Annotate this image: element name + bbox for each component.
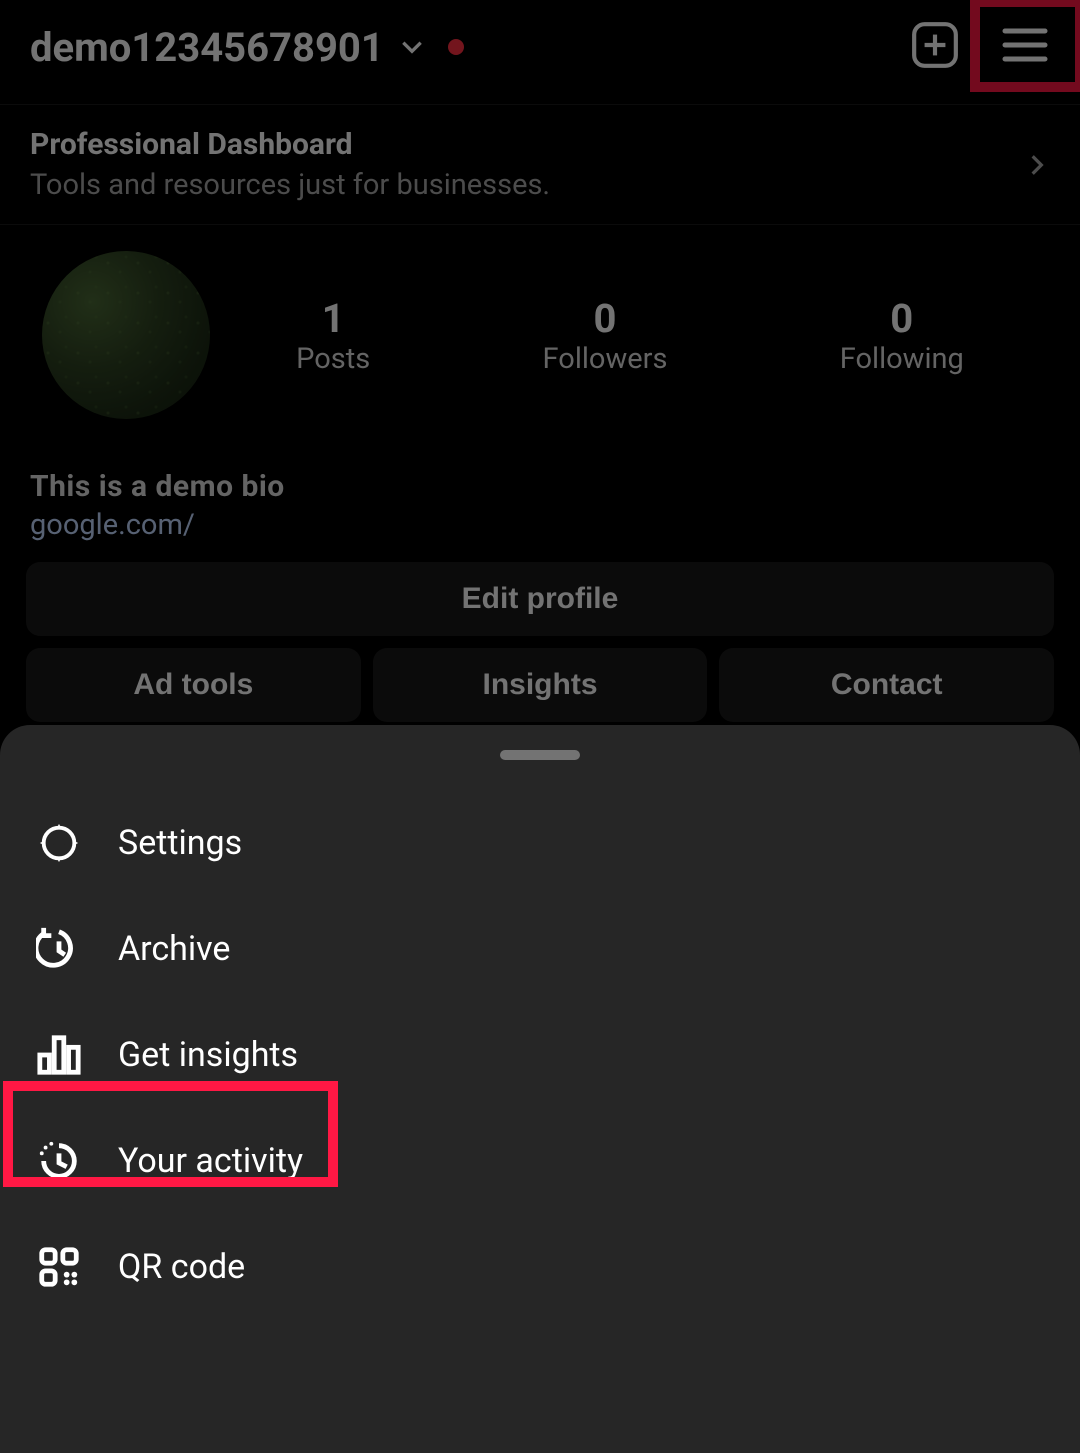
bar-chart-icon	[36, 1032, 82, 1078]
menu-item-archive[interactable]: Archive	[0, 896, 1080, 1002]
action-buttons: Edit profile Ad tools Insights Contact	[0, 542, 1080, 722]
menu-label-qrcode: QR code	[118, 1247, 245, 1287]
highlight-hamburger	[970, 0, 1080, 92]
menu-label-settings: Settings	[118, 823, 242, 863]
username-label: demo12345678901	[30, 24, 384, 71]
menu-item-settings[interactable]: Settings	[0, 790, 1080, 896]
posts-label: Posts	[296, 342, 370, 376]
posts-count: 1	[296, 295, 370, 342]
bio-section: This is a demo bio google.com/	[0, 419, 1080, 542]
following-label: Following	[840, 342, 964, 376]
menu-button[interactable]	[1000, 27, 1050, 67]
ad-tools-button[interactable]: Ad tools	[26, 648, 361, 722]
username-switcher[interactable]: demo12345678901	[30, 24, 464, 71]
insights-button[interactable]: Insights	[373, 648, 708, 722]
edit-profile-button[interactable]: Edit profile	[26, 562, 1054, 636]
followers-label: Followers	[543, 342, 668, 376]
followers-count: 0	[543, 295, 668, 342]
settings-icon	[36, 820, 82, 866]
contact-button[interactable]: Contact	[719, 648, 1054, 722]
create-button[interactable]	[910, 20, 960, 74]
qr-code-icon	[36, 1244, 82, 1290]
highlight-your-activity	[3, 1081, 338, 1187]
menu-item-qr-code[interactable]: QR code	[0, 1214, 1080, 1320]
bio-link[interactable]: google.com/	[30, 508, 1050, 542]
professional-dashboard-banner[interactable]: Professional Dashboard Tools and resourc…	[0, 104, 1080, 225]
profile-header: demo12345678901	[0, 0, 1080, 104]
chevron-right-icon	[1024, 152, 1050, 178]
dashboard-title: Professional Dashboard	[30, 127, 550, 162]
archive-icon	[36, 926, 82, 972]
bio-text: This is a demo bio	[30, 469, 1050, 504]
plus-square-icon	[910, 20, 960, 70]
following-count: 0	[840, 295, 964, 342]
notification-dot-icon	[448, 39, 464, 55]
stat-following[interactable]: 0 Following	[840, 295, 964, 376]
sheet-drag-handle[interactable]	[500, 750, 580, 760]
profile-stats-row: 1 Posts 0 Followers 0 Following	[0, 225, 1080, 419]
stat-posts[interactable]: 1 Posts	[296, 295, 370, 376]
menu-label-insights: Get insights	[118, 1035, 298, 1075]
menu-label-archive: Archive	[118, 929, 230, 969]
stat-followers[interactable]: 0 Followers	[543, 295, 668, 376]
chevron-down-icon	[399, 34, 425, 60]
dashboard-subtitle: Tools and resources just for businesses.	[30, 168, 550, 202]
avatar[interactable]	[42, 251, 210, 419]
